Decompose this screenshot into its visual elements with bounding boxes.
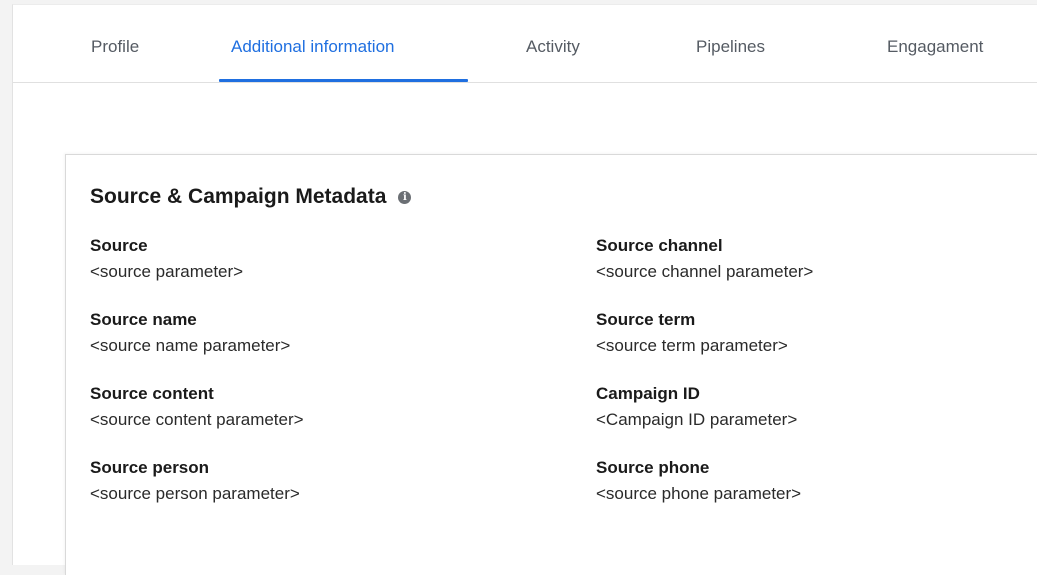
field-source-name: Source name <source name parameter> <box>90 309 510 358</box>
field-label: Source phone <box>596 458 710 477</box>
tab-pipelines[interactable]: Pipelines <box>696 32 765 62</box>
field-label: Source content <box>90 384 214 403</box>
field-source-term: Source term <source term parameter> <box>596 309 1016 358</box>
source-campaign-metadata-card: Source & Campaign Metadata i Source <sou… <box>65 154 1037 575</box>
field-source-channel: Source channel <source channel parameter… <box>596 235 1016 284</box>
active-tab-indicator <box>219 79 468 82</box>
field-value: <source channel parameter> <box>596 262 814 281</box>
field-value: <source name parameter> <box>90 336 291 355</box>
field-source-person: Source person <source person parameter> <box>90 457 510 506</box>
field-source: Source <source parameter> <box>90 235 510 284</box>
field-value: <source parameter> <box>90 262 244 281</box>
field-source-phone: Source phone <source phone parameter> <box>596 457 1016 506</box>
field-value: <Campaign ID parameter> <box>596 410 798 429</box>
field-label: Source person <box>90 458 210 477</box>
field-value: <source term parameter> <box>596 336 788 355</box>
card-title-text: Source & Campaign Metadata <box>90 185 387 208</box>
field-source-content: Source content <source content parameter… <box>90 383 510 432</box>
field-value: <source content parameter> <box>90 410 304 429</box>
tab-additional-information[interactable]: Additional information <box>231 32 394 62</box>
field-label: Campaign ID <box>596 384 700 403</box>
card-title: Source & Campaign Metadata i <box>90 185 412 209</box>
tab-activity[interactable]: Activity <box>526 32 580 62</box>
field-label: Source <box>90 236 148 255</box>
field-label: Source term <box>596 310 696 329</box>
info-icon[interactable]: i <box>398 190 412 204</box>
field-label: Source name <box>90 310 197 329</box>
field-value: <source person parameter> <box>90 484 300 503</box>
field-campaign-id: Campaign ID <Campaign ID parameter> <box>596 383 1016 432</box>
tab-profile[interactable]: Profile <box>91 32 139 62</box>
tab-bar: Profile Additional information Activity … <box>13 5 1037 83</box>
field-label: Source channel <box>596 236 723 255</box>
field-value: <source phone parameter> <box>596 484 802 503</box>
tab-engagament[interactable]: Engagament <box>887 32 983 62</box>
profile-panel: Profile Additional information Activity … <box>12 4 1037 575</box>
